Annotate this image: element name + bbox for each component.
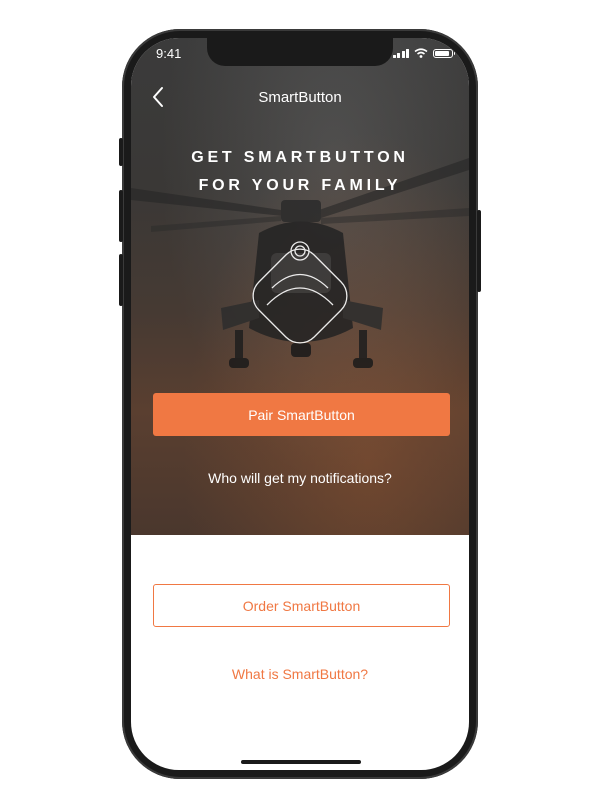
battery-icon xyxy=(433,48,455,58)
headline-line-2: FOR YOUR FAMILY xyxy=(198,177,402,194)
power-button xyxy=(477,210,481,292)
what-is-smartbutton-link[interactable]: What is SmartButton? xyxy=(131,666,469,682)
home-indicator xyxy=(241,760,361,764)
signal-icon xyxy=(392,48,409,58)
hero-headline: GET SMARTBUTTON FOR YOUR FAMILY xyxy=(131,144,469,200)
notch xyxy=(207,38,393,66)
wifi-icon xyxy=(414,48,428,58)
order-smartbutton-button[interactable]: Order SmartButton xyxy=(153,584,450,627)
status-icons xyxy=(392,48,455,58)
silent-switch xyxy=(119,138,123,166)
smartbutton-icon xyxy=(252,241,348,344)
headline-line-1: GET SMARTBUTTON xyxy=(191,149,409,166)
volume-down-button xyxy=(119,254,123,306)
status-time: 9:41 xyxy=(156,46,182,61)
volume-up-button xyxy=(119,190,123,242)
notifications-link[interactable]: Who will get my notifications? xyxy=(131,470,469,486)
pair-smartbutton-button[interactable]: Pair SmartButton xyxy=(153,393,450,436)
phone-screen: 9:41 SmartButton GET SMARTBUTTON FOR YOU… xyxy=(131,38,469,770)
nav-title: SmartButton xyxy=(258,89,342,106)
